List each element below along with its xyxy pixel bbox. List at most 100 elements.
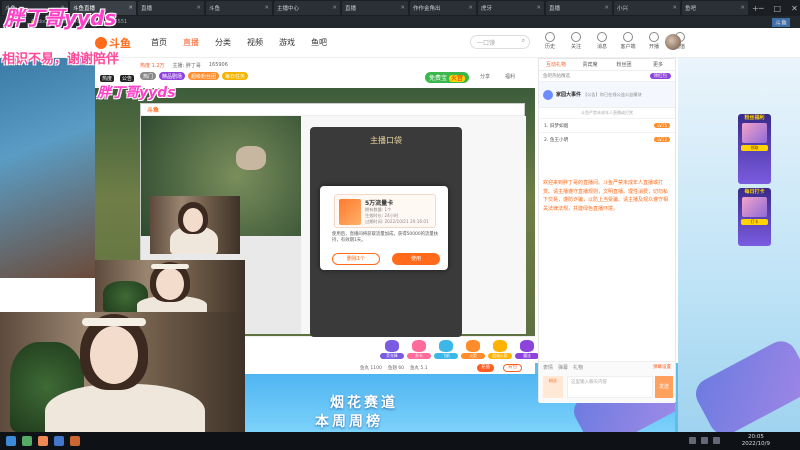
close-tab-icon[interactable]: ✕ (740, 5, 745, 11)
chat-input-area: 表情 弹幕 礼物 弹幕设置 粉丝 这里输入聊天内容 发送 (539, 361, 675, 403)
left-background-art (0, 58, 95, 278)
close-tab-icon[interactable]: ✕ (536, 5, 541, 11)
app-icon[interactable] (54, 436, 64, 446)
danmaku-settings[interactable]: 弹幕设置 (653, 364, 671, 370)
gift-button[interactable]: 礼物 (573, 364, 583, 371)
nav-home[interactable]: 首页 (151, 37, 167, 48)
share-button[interactable]: 分享 (480, 73, 490, 80)
close-tab-icon[interactable]: ✕ (128, 5, 133, 11)
tab-vip[interactable]: 贵宾席 (573, 59, 607, 70)
gift-item[interactable]: 魔法 (515, 340, 539, 362)
logo-icon (95, 36, 107, 49)
close-tab-icon[interactable]: ✕ (196, 5, 201, 11)
chat-tabs: 互动礼物 贵宾席 粉丝团 更多 (539, 59, 675, 71)
close-tab-icon[interactable]: ✕ (400, 5, 405, 11)
recharge-button[interactable]: 充值 (477, 364, 494, 372)
danmaku-button[interactable]: 弹幕 (558, 364, 568, 371)
tab-gifts[interactable]: 互动礼物 (539, 59, 573, 70)
tab-more[interactable]: 更多 (641, 59, 675, 70)
new-tab-button[interactable]: + (752, 4, 759, 13)
network-icon[interactable] (689, 437, 696, 444)
camera-icon (649, 32, 659, 42)
chat-subbar: 鱼吧热帖精选 领红包 (539, 71, 675, 82)
chat-panel: 互动礼物 贵宾席 粉丝团 更多 鱼吧热帖精选 领红包 家园大事件 【公告】你已在… (538, 58, 676, 403)
badge-fans[interactable]: 超级粉丝团 (188, 72, 220, 80)
browser-tab[interactable]: 直播 ✕ (138, 1, 204, 15)
browser-tab[interactable]: 作作金角出 ✕ (410, 1, 476, 15)
nav-category[interactable]: 分类 (215, 37, 231, 48)
message-icon (597, 32, 607, 42)
nav-follow[interactable]: 关注 (566, 32, 586, 50)
app-icon[interactable] (38, 436, 48, 446)
gift-item[interactable]: 火箭 (461, 340, 485, 362)
close-tab-icon[interactable]: ✕ (468, 5, 473, 11)
side-card-image (742, 123, 767, 143)
app-icon[interactable] (70, 436, 80, 446)
backpack-button[interactable]: 背包 (503, 364, 522, 372)
taskbar-clock[interactable]: 20:05 2022/10/9 (742, 434, 770, 448)
browser-tab[interactable]: 鱼吧 ✕ (682, 1, 748, 15)
close-tab-icon[interactable]: ✕ (604, 5, 609, 11)
badge-task[interactable]: 每日任务 (222, 72, 249, 80)
emoji-button[interactable]: 表情 (543, 364, 553, 371)
follow-button[interactable]: 免费宝 火宫 (425, 72, 470, 83)
extension-button[interactable]: 斗鱼 (771, 18, 790, 27)
red-packet-button[interactable]: 领红包 (649, 73, 671, 79)
send-button[interactable]: 发送 (655, 376, 673, 398)
launcher-art (690, 335, 800, 432)
nav-message[interactable]: 消息 (592, 32, 612, 50)
app-icon[interactable] (22, 436, 32, 446)
gift-stats: 鱼丸 1100 鱼翅 60 鱼丸 5.1 (360, 366, 428, 371)
user-avatar[interactable] (665, 34, 681, 50)
battery-icon[interactable] (713, 437, 720, 444)
side-card-checkin[interactable]: 每日打卡 打卡 (738, 188, 771, 246)
badge-hot[interactable]: 热门 (140, 72, 157, 80)
nav-game[interactable]: 游戏 (279, 37, 295, 48)
browser-tab[interactable]: 主播中心 ✕ (274, 1, 340, 15)
person (45, 384, 205, 432)
address-bar[interactable]: 🔒 douyu.com/7849 ?dyshid=6564551 斗鱼 (0, 16, 800, 28)
overlay-subtitle: 相识不易，谢谢陪伴 (2, 52, 120, 67)
browser-tab[interactable]: 直播 ✕ (342, 1, 408, 15)
game-character (236, 146, 266, 170)
rank-row[interactable]: 2. 鱼王小明 LV12 (539, 132, 675, 146)
gift-item[interactable]: 荧光棒 (380, 340, 404, 362)
browser-tab[interactable]: 斗鱼 ✕ (206, 1, 272, 15)
tab-fans[interactable]: 粉丝团 (607, 59, 641, 70)
chat-input[interactable]: 这里输入聊天内容 (567, 376, 653, 398)
gift-item[interactable]: 办卡 (407, 340, 431, 362)
nav-start-live[interactable]: 开播 (644, 32, 664, 50)
gift-icon (385, 340, 399, 352)
webcam-large (0, 312, 245, 432)
close-tab-icon[interactable]: ✕ (332, 5, 337, 11)
welfare-button[interactable]: 福利 (505, 73, 515, 80)
side-card-fans[interactable]: 粉丝福利 领取 (738, 114, 771, 184)
search-input[interactable]: 一口馍 ⌕ (470, 35, 530, 49)
browser-tab[interactable]: 直播 ✕ (546, 1, 612, 15)
news-banner[interactable]: 家园大事件 【公告】你已在线公益公益模块 (539, 82, 675, 108)
site-nav: 斗鱼 首页 直播 分类 视频 游戏 鱼吧 一口馍 ⌕ 历史 关注 消息 客户端 开… (0, 28, 800, 58)
volume-icon[interactable] (701, 437, 708, 444)
close-tab-icon[interactable]: ✕ (672, 5, 677, 11)
search-icon[interactable]: ⌕ (522, 37, 525, 45)
gift-item[interactable]: 飞机 (434, 340, 458, 362)
close-icon[interactable]: ✕ (791, 4, 798, 13)
nav-video[interactable]: 视频 (247, 37, 263, 48)
rank-row[interactable]: 1. 旧梦如烟 LV15 (539, 118, 675, 132)
browser-tab[interactable]: 小兴 ✕ (614, 1, 680, 15)
fan-badge[interactable]: 粉丝 (543, 376, 563, 398)
start-icon[interactable] (6, 436, 16, 446)
use-card-button[interactable]: 使用 (392, 253, 440, 265)
minimize-icon[interactable]: ─ (759, 4, 764, 13)
nav-live[interactable]: 直播 (183, 37, 199, 48)
maximize-icon[interactable]: □ (774, 4, 782, 13)
delete-card-button[interactable]: 删除1个 (332, 253, 380, 265)
nav-yuba[interactable]: 鱼吧 (311, 37, 327, 48)
nav-history[interactable]: 历史 (540, 32, 560, 50)
nav-client[interactable]: 客户端 (618, 32, 638, 50)
browser-tab[interactable]: 虎牙 ✕ (478, 1, 544, 15)
gift-item[interactable]: 超级火箭 (488, 340, 512, 362)
badge-theater[interactable]: 精品剧场 (159, 72, 186, 80)
face (90, 326, 138, 384)
close-tab-icon[interactable]: ✕ (264, 5, 269, 11)
